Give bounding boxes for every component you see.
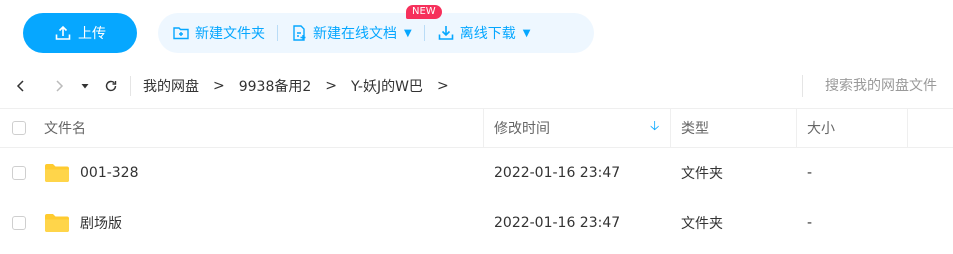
column-divider: [670, 109, 671, 147]
new-doc-label: 新建在线文档: [313, 26, 397, 42]
upload-button[interactable]: 上传: [23, 13, 137, 53]
file-type: 文件夹: [681, 216, 723, 232]
row-checkbox[interactable]: [12, 216, 26, 230]
action-group: 新建文件夹 新建在线文档 ▼ 离线下载 ▼ NEW: [158, 5, 594, 53]
toolbar: 上传 新建文件夹 新建在线文档 ▼ 离线下载 ▼ NEW: [0, 0, 953, 64]
table-row[interactable]: 001-328 2022-01-16 23:47 文件夹 -: [0, 148, 953, 198]
table-header: 文件名 修改时间 🡣 类型 大小: [0, 108, 953, 148]
new-folder-label: 新建文件夹: [195, 26, 265, 42]
file-name-cell[interactable]: 001-328: [44, 163, 139, 183]
header-modified[interactable]: 修改时间: [494, 118, 550, 138]
history-dropdown[interactable]: [74, 75, 96, 97]
breadcrumb-item[interactable]: 我的网盘: [143, 76, 199, 96]
folder-icon: [45, 214, 69, 232]
column-divider: [796, 109, 797, 147]
new-folder-button[interactable]: 新建文件夹: [172, 23, 265, 43]
modified-time: 2022-01-16 23:47: [494, 165, 621, 181]
navigation-bar: 我的网盘 > 9938备用2 > Y-妖J的W巴 >: [0, 64, 953, 108]
breadcrumb-separator: >: [436, 78, 449, 94]
sort-down-icon[interactable]: 🡣: [650, 117, 659, 139]
folder-icon: [45, 164, 69, 182]
refresh-button[interactable]: [100, 75, 122, 97]
new-doc-icon: [293, 25, 306, 41]
chevron-down-icon: ▼: [522, 27, 531, 39]
select-all-checkbox[interactable]: [12, 121, 26, 135]
breadcrumb-separator: >: [325, 78, 338, 94]
table-row[interactable]: 剧场版 2022-01-16 23:47 文件夹 -: [0, 198, 953, 248]
search-box: [802, 72, 953, 100]
offline-download-label: 离线下载: [459, 26, 516, 42]
column-divider: [483, 109, 484, 147]
chevron-down-icon: ▼: [404, 27, 412, 39]
file-size: -: [807, 215, 813, 231]
offline-download-button[interactable]: 离线下载 ▼: [437, 23, 531, 43]
file-table: 文件名 修改时间 🡣 类型 大小 001-328 2022-01-16 23:4…: [0, 108, 953, 248]
divider: [277, 25, 278, 41]
divider: [130, 76, 131, 96]
file-name-cell[interactable]: 剧场版: [44, 213, 122, 233]
header-type[interactable]: 类型: [681, 118, 709, 138]
chevron-right-icon: [56, 80, 64, 92]
modified-time: 2022-01-16 23:47: [494, 215, 621, 231]
forward-button[interactable]: [48, 75, 70, 97]
divider: [423, 25, 425, 41]
breadcrumb-item[interactable]: Y-妖J的W巴: [351, 76, 423, 96]
column-divider: [907, 109, 908, 147]
divider: [802, 75, 803, 97]
file-type: 文件夹: [681, 166, 723, 182]
file-size: -: [807, 165, 813, 181]
search-input[interactable]: [825, 78, 953, 94]
header-size[interactable]: 大小: [807, 118, 835, 138]
refresh-icon: [105, 80, 117, 92]
new-badge: NEW: [406, 5, 442, 19]
row-checkbox[interactable]: [12, 166, 26, 180]
new-online-doc-button[interactable]: 新建在线文档 ▼: [290, 23, 412, 43]
caret-down-icon: [81, 84, 89, 89]
back-button[interactable]: [10, 75, 32, 97]
header-name[interactable]: 文件名: [44, 118, 86, 138]
new-folder-icon: [173, 27, 189, 40]
breadcrumb-separator: >: [213, 78, 225, 94]
upload-label: 上传: [78, 26, 106, 42]
download-icon: [438, 26, 454, 40]
breadcrumb: 我的网盘 > 9938备用2 > Y-妖J的W巴 >: [143, 76, 463, 96]
chevron-left-icon: [16, 80, 24, 92]
upload-icon: [55, 25, 71, 40]
file-name[interactable]: 剧场版: [80, 213, 122, 233]
file-name[interactable]: 001-328: [80, 165, 139, 181]
breadcrumb-item[interactable]: 9938备用2: [239, 76, 312, 96]
